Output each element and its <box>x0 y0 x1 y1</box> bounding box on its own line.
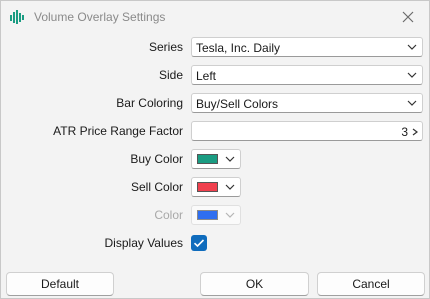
side-value: Left <box>196 69 217 83</box>
bar-coloring-label: Bar Coloring <box>116 96 183 110</box>
bar-coloring-dropdown[interactable]: Buy/Sell Colors <box>191 93 423 113</box>
series-dropdown[interactable]: Tesla, Inc. Daily <box>191 37 423 57</box>
sell-color-swatch <box>197 182 218 192</box>
buy-color-picker[interactable] <box>191 149 241 169</box>
default-button[interactable]: Default <box>6 272 114 296</box>
color-label: Color <box>154 208 183 222</box>
ok-button[interactable]: OK <box>200 272 309 296</box>
cancel-button[interactable]: Cancel <box>317 272 425 296</box>
sell-color-label: Sell Color <box>130 180 183 194</box>
title-bar[interactable]: Volume Overlay Settings <box>1 1 429 33</box>
chevron-down-icon <box>407 44 417 50</box>
checkmark-icon <box>193 239 205 248</box>
sell-color-row: Sell Color <box>1 177 429 199</box>
atr-row: ATR Price Range Factor 3 <box>1 121 429 143</box>
close-icon[interactable] <box>399 8 417 26</box>
series-label: Series <box>148 40 183 54</box>
chevron-down-icon <box>407 100 417 106</box>
series-row: Series Tesla, Inc. Daily <box>1 37 429 59</box>
side-label: Side <box>158 68 183 82</box>
bar-coloring-row: Bar Coloring Buy/Sell Colors <box>1 93 429 115</box>
atr-label: ATR Price Range Factor <box>53 124 183 138</box>
display-values-checkbox[interactable] <box>191 235 207 251</box>
series-value: Tesla, Inc. Daily <box>196 41 281 55</box>
atr-numeric-input[interactable]: 3 <box>191 121 423 141</box>
side-dropdown[interactable]: Left <box>191 65 423 85</box>
chevron-down-icon <box>225 184 235 190</box>
spinner-arrows-icon[interactable] <box>411 127 419 137</box>
chevron-down-icon <box>407 72 417 78</box>
bar-coloring-value: Buy/Sell Colors <box>196 97 279 111</box>
sell-color-picker[interactable] <box>191 177 241 197</box>
dialog-title: Volume Overlay Settings <box>34 10 166 24</box>
volume-bars-icon <box>10 10 24 24</box>
chevron-down-icon <box>225 156 235 162</box>
color-swatch <box>197 210 218 220</box>
display-values-label: Display Values <box>104 236 183 250</box>
color-row: Color <box>1 205 429 227</box>
atr-value: 3 <box>401 125 408 139</box>
display-values-row: Display Values <box>1 233 429 255</box>
buy-color-row: Buy Color <box>1 149 429 171</box>
side-row: Side Left <box>1 65 429 87</box>
color-picker <box>191 205 241 225</box>
buy-color-label: Buy Color <box>130 152 183 166</box>
settings-dialog: Volume Overlay Settings Series Tesla, In… <box>0 0 430 299</box>
buy-color-swatch <box>197 154 218 164</box>
chevron-down-icon <box>225 212 235 218</box>
